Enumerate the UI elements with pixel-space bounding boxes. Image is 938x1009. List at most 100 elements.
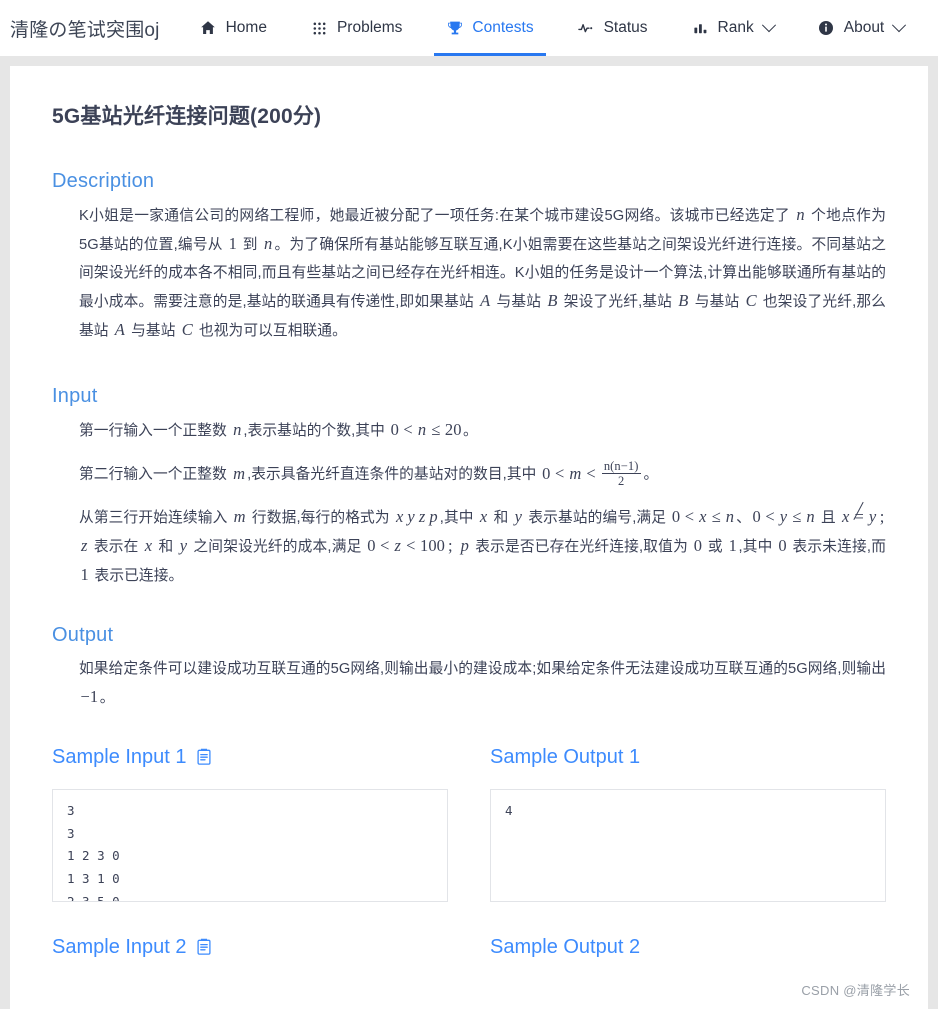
nav-item-rank[interactable]: Rank [670,0,796,56]
math-m: m [233,506,246,526]
desc-text-5: 与基站 [492,294,546,310]
input-text-21: 表示已连接。 [90,567,184,584]
sample-input-label-2: Sample Input 2 [52,935,187,958]
input-paragraph-2: 第二行输入一个正整数 m ,表示具备光纤直连条件的基站对的数目,其中 0 < m < n(… [52,459,886,489]
math-not-equal: = [851,503,866,531]
fraction-numerator: n(n−1) [603,459,639,473]
math-less-than: < [380,535,390,555]
math-y: y [779,506,788,526]
nav-item-home-label: Home [225,19,267,36]
fraction-denominator: 2 [601,473,641,488]
math-z: z [418,506,426,526]
nav-item-status[interactable]: Status [556,0,670,56]
math-less-equal: ≤ [711,506,721,526]
nav-item-contests-label: Contests [472,19,534,36]
math-semicolon: ; [448,535,458,555]
clipboard-copy-icon[interactable] [196,938,212,956]
input-text-19: ,其中 [738,538,777,555]
input-text-20: 表示未连接,而 [788,538,886,555]
sample-output-column-2: Sample Output 2 [490,936,886,979]
input-text-2: ,表示基站的个数,其中 [243,423,390,439]
input-text-6: 。 [643,466,659,483]
input-text-4: 第二行输入一个正整数 [79,466,232,483]
math-z: z [81,535,88,555]
math-m: m [569,463,582,483]
math-one: 1 [728,535,737,555]
section-heading-input: Input [52,385,98,407]
site-brand[interactable]: 清隆の笔试突围oj [10,15,160,42]
nav-item-contests[interactable]: Contests [424,0,555,56]
input-text-18: 或 [703,538,728,555]
input-text-17: 表示是否已存在光纤连接,取值为 [470,538,693,555]
nav-item-about-label: About [843,19,885,36]
math-less-than: < [403,420,413,439]
input-text-15: 和 [154,538,178,555]
math-minus-one: −1 [80,686,99,706]
input-paragraph-1: 第一行输入一个正整数 n ,表示基站的个数,其中 0 < n ≤20。 [52,416,886,445]
math-B: B [678,291,689,310]
input-text-9: ,其中 [439,509,478,526]
math-less-equal: ≤ [431,420,441,439]
desc-text-3: 到 [238,237,263,253]
math-n: n [796,205,805,224]
sample-input-label-1: Sample Input 1 [52,745,187,768]
input-text-13: 且 [816,509,841,526]
math-x: x [699,506,707,526]
math-n: n [806,506,815,526]
grid-icon [311,20,328,37]
sample-input-column-1: Sample Input 1 3 3 1 2 3 0 1 3 1 0 2 3 5… [52,746,448,902]
input-text-11: 表示基站的编号,满足 [524,509,671,526]
output-paragraph: 如果给定条件可以建设成功互联互通的5G网络,则输出最小的建设成本;如果给定条件无… [52,655,886,712]
section-heading-description: Description [52,170,155,192]
desc-text-7: 与基站 [690,294,744,310]
output-text-1: 如果给定条件可以建设成功互联互通的5G网络,则输出最小的建设成本;如果给定条件无… [79,660,886,677]
nav-item-problems[interactable]: Problems [289,0,424,56]
math-B: B [547,291,558,310]
clipboard-copy-icon[interactable] [196,748,212,766]
input-text-16: 之间架设光纤的成本,满足 [189,538,366,555]
sample-output-column-1: Sample Output 1 4 [490,746,886,902]
home-icon [200,20,217,37]
sample-output-label-1: Sample Output 1 [490,745,641,768]
problem-card: 5G基站光纤连接问题(200分) Description K小姐是一家通信公司的… [10,66,928,1009]
math-twenty: 20 [444,420,462,439]
sample-input-column-2: Sample Input 2 [52,936,448,979]
input-text-1: 第一行输入一个正整数 [79,423,232,439]
math-y: y [514,506,523,526]
math-n: n [417,420,427,439]
input-text-5: ,表示具备光纤直连条件的基站对的数目,其中 [247,466,541,483]
math-less-than: < [554,463,565,483]
input-text-8: 行数据,每行的格式为 [247,509,394,526]
nav-item-rank-label: Rank [717,19,754,36]
math-zero: 0 [752,506,761,526]
math-x: x [395,506,404,526]
math-y: y [868,506,877,526]
section-heading-output: Output [52,623,114,646]
input-text-7: 从第三行开始连续输入 [79,509,232,526]
sample-row-2: Sample Input 2 Sample Output 2 [52,936,886,979]
sample-output-heading-1: Sample Output 1 [490,746,886,769]
sample-output-code-1[interactable]: 4 [490,788,886,902]
math-zero: 0 [778,535,787,555]
description-paragraph: K小姐是一家通信公司的网络工程师，她最近被分配了一项任务:在某个城市建设5G网络… [52,201,886,345]
page-title: 5G基站光纤连接问题(200分) [52,105,322,128]
math-n: n [264,234,273,253]
math-less-than: < [684,506,695,526]
math-n: n [233,420,242,439]
math-one: 1 [80,564,89,584]
math-hundred: 100 [419,535,446,555]
math-C: C [745,291,757,310]
output-text-2: 。 [99,689,115,706]
math-less-equal: ≤ [792,506,802,526]
math-x: x [479,506,488,526]
math-p: p [429,506,438,526]
sample-input-code-1[interactable]: 3 3 1 2 3 0 1 3 1 0 2 3 5 0 [52,788,448,902]
math-C: C [181,320,193,339]
desc-text-10: 也视为可以互相联通。 [194,323,347,339]
sample-input-heading-1: Sample Input 1 [52,746,448,769]
nav-item-home[interactable]: Home [178,0,289,56]
math-y: y [179,535,188,555]
math-one: 1 [228,234,237,253]
math-fraction: n(n−1) 2 [599,459,644,489]
nav-item-about[interactable]: About [796,0,927,56]
